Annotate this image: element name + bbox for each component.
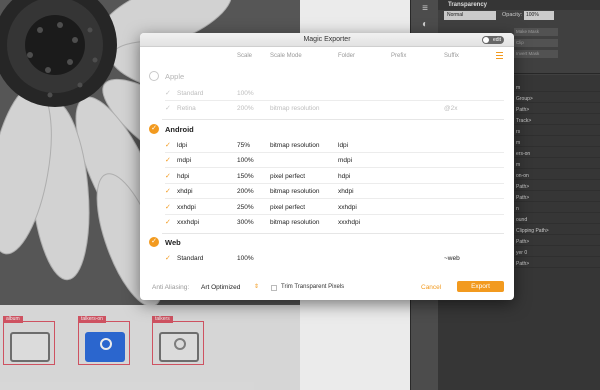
dialog-titlebar: Magic Exporter edit xyxy=(140,33,514,47)
check-icon[interactable]: ✓ xyxy=(165,141,171,149)
check-icon[interactable]: ✓ xyxy=(165,218,171,226)
antialias-label: Anti Aliasing: xyxy=(152,284,190,291)
preset-folder: xxhdpi xyxy=(338,204,357,211)
export-button[interactable]: Export xyxy=(457,281,504,292)
section-title-android: Android xyxy=(165,125,194,134)
preset-row[interactable]: ✓ ldpi 75% bitmap resolution ldpi xyxy=(140,138,514,153)
preset-row[interactable]: ✓ xhdpi 200% bitmap resolution xhdpi xyxy=(140,184,514,199)
toggle-knob xyxy=(483,37,489,43)
column-header-folder: Folder xyxy=(338,53,356,59)
dialog-footer: Anti Aliasing: Art Optimized ⇕ Trim Tran… xyxy=(140,276,514,300)
preset-scale: 200% xyxy=(237,188,254,195)
preset-row[interactable]: ✓ hdpi 150% pixel perfect hdpi xyxy=(140,169,514,184)
preset-row[interactable]: ✓ Standard 100% ~web xyxy=(140,251,514,266)
preset-scale-mode: pixel perfect xyxy=(270,204,306,211)
section-title-apple: Apple xyxy=(165,72,185,81)
row-divider xyxy=(165,167,504,168)
preset-scale-mode: bitmap resolution xyxy=(270,188,320,195)
section-divider xyxy=(162,119,504,120)
preset-row[interactable]: ✓ xxxhdpi 300% bitmap resolution xxxhdpi xyxy=(140,215,514,230)
chevron-updown-icon[interactable]: ⇕ xyxy=(254,283,259,290)
preset-scale: 75% xyxy=(237,142,251,149)
check-icon[interactable]: ✓ xyxy=(165,187,171,195)
preset-name: Standard xyxy=(177,90,204,97)
column-header-scale-mode: Scale Mode xyxy=(270,53,302,59)
section-toggle-apple[interactable] xyxy=(149,71,159,81)
preset-scale: 100% xyxy=(237,255,254,262)
preset-row[interactable]: ✓ mdpi 100% mdpi xyxy=(140,153,514,168)
preset-scale: 150% xyxy=(237,173,254,180)
preset-folder: xxxhdpi xyxy=(338,219,361,226)
row-divider xyxy=(165,198,504,199)
preset-suffix: @2x xyxy=(444,105,458,112)
column-header-prefix: Prefix xyxy=(391,53,407,59)
preset-scale-mode: bitmap resolution xyxy=(270,219,320,226)
trim-label: Trim Transparent Pixels xyxy=(281,284,345,290)
preset-row[interactable]: ✓ xxhdpi 250% pixel perfect xxhdpi xyxy=(140,200,514,215)
toggle-label: edit xyxy=(492,37,501,43)
section-toggle-android[interactable]: ✓ xyxy=(149,124,159,134)
section-divider xyxy=(162,233,504,234)
trim-checkbox[interactable] xyxy=(271,285,277,291)
preset-scale: 100% xyxy=(237,90,254,97)
preset-scale: 200% xyxy=(237,105,254,112)
edit-toggle[interactable]: edit xyxy=(482,36,504,44)
options-menu-icon[interactable] xyxy=(496,52,503,59)
preset-row[interactable]: ✓ Retina 200% bitmap resolution @2x xyxy=(140,101,514,116)
preset-scale: 100% xyxy=(237,157,254,164)
check-icon[interactable]: ✓ xyxy=(165,203,171,211)
preset-scale-mode: pixel perfect xyxy=(270,173,306,180)
preset-folder: hdpi xyxy=(338,173,351,180)
preset-name: xxxhdpi xyxy=(177,219,200,226)
magic-exporter-dialog: Magic Exporter edit Scale Scale Mode Fol… xyxy=(140,33,514,300)
preset-name: Standard xyxy=(177,255,204,262)
column-header-suffix: Suffix xyxy=(444,53,459,59)
check-icon[interactable]: ✓ xyxy=(165,156,171,164)
preset-name: xxhdpi xyxy=(177,204,196,211)
preset-name: ldpi xyxy=(177,142,188,149)
preset-name: hdpi xyxy=(177,173,190,180)
check-icon[interactable]: ✓ xyxy=(165,104,171,112)
preset-folder: xhdpi xyxy=(338,188,354,195)
check-icon[interactable]: ✓ xyxy=(165,254,171,262)
preset-name: mdpi xyxy=(177,157,192,164)
preset-scale: 300% xyxy=(237,219,254,226)
section-toggle-web[interactable]: ✓ xyxy=(149,237,159,247)
preset-name: Retina xyxy=(177,105,196,112)
check-icon[interactable]: ✓ xyxy=(165,172,171,180)
preset-name: xhdpi xyxy=(177,188,193,195)
check-icon[interactable]: ✓ xyxy=(165,89,171,97)
preset-scale-mode: bitmap resolution xyxy=(270,105,320,112)
preset-suffix: ~web xyxy=(444,255,460,262)
cancel-button[interactable]: Cancel xyxy=(421,284,441,291)
preset-row[interactable]: ✓ Standard 100% xyxy=(140,86,514,101)
antialias-select[interactable]: Art Optimized xyxy=(201,284,240,291)
preset-folder: ldpi xyxy=(338,142,349,149)
preset-scale-mode: bitmap resolution xyxy=(270,142,320,149)
preset-scale: 250% xyxy=(237,204,254,211)
dialog-title: Magic Exporter xyxy=(303,36,351,43)
column-header-scale: Scale xyxy=(237,53,253,59)
section-title-web: Web xyxy=(165,238,181,247)
preset-folder: mdpi xyxy=(338,157,353,164)
